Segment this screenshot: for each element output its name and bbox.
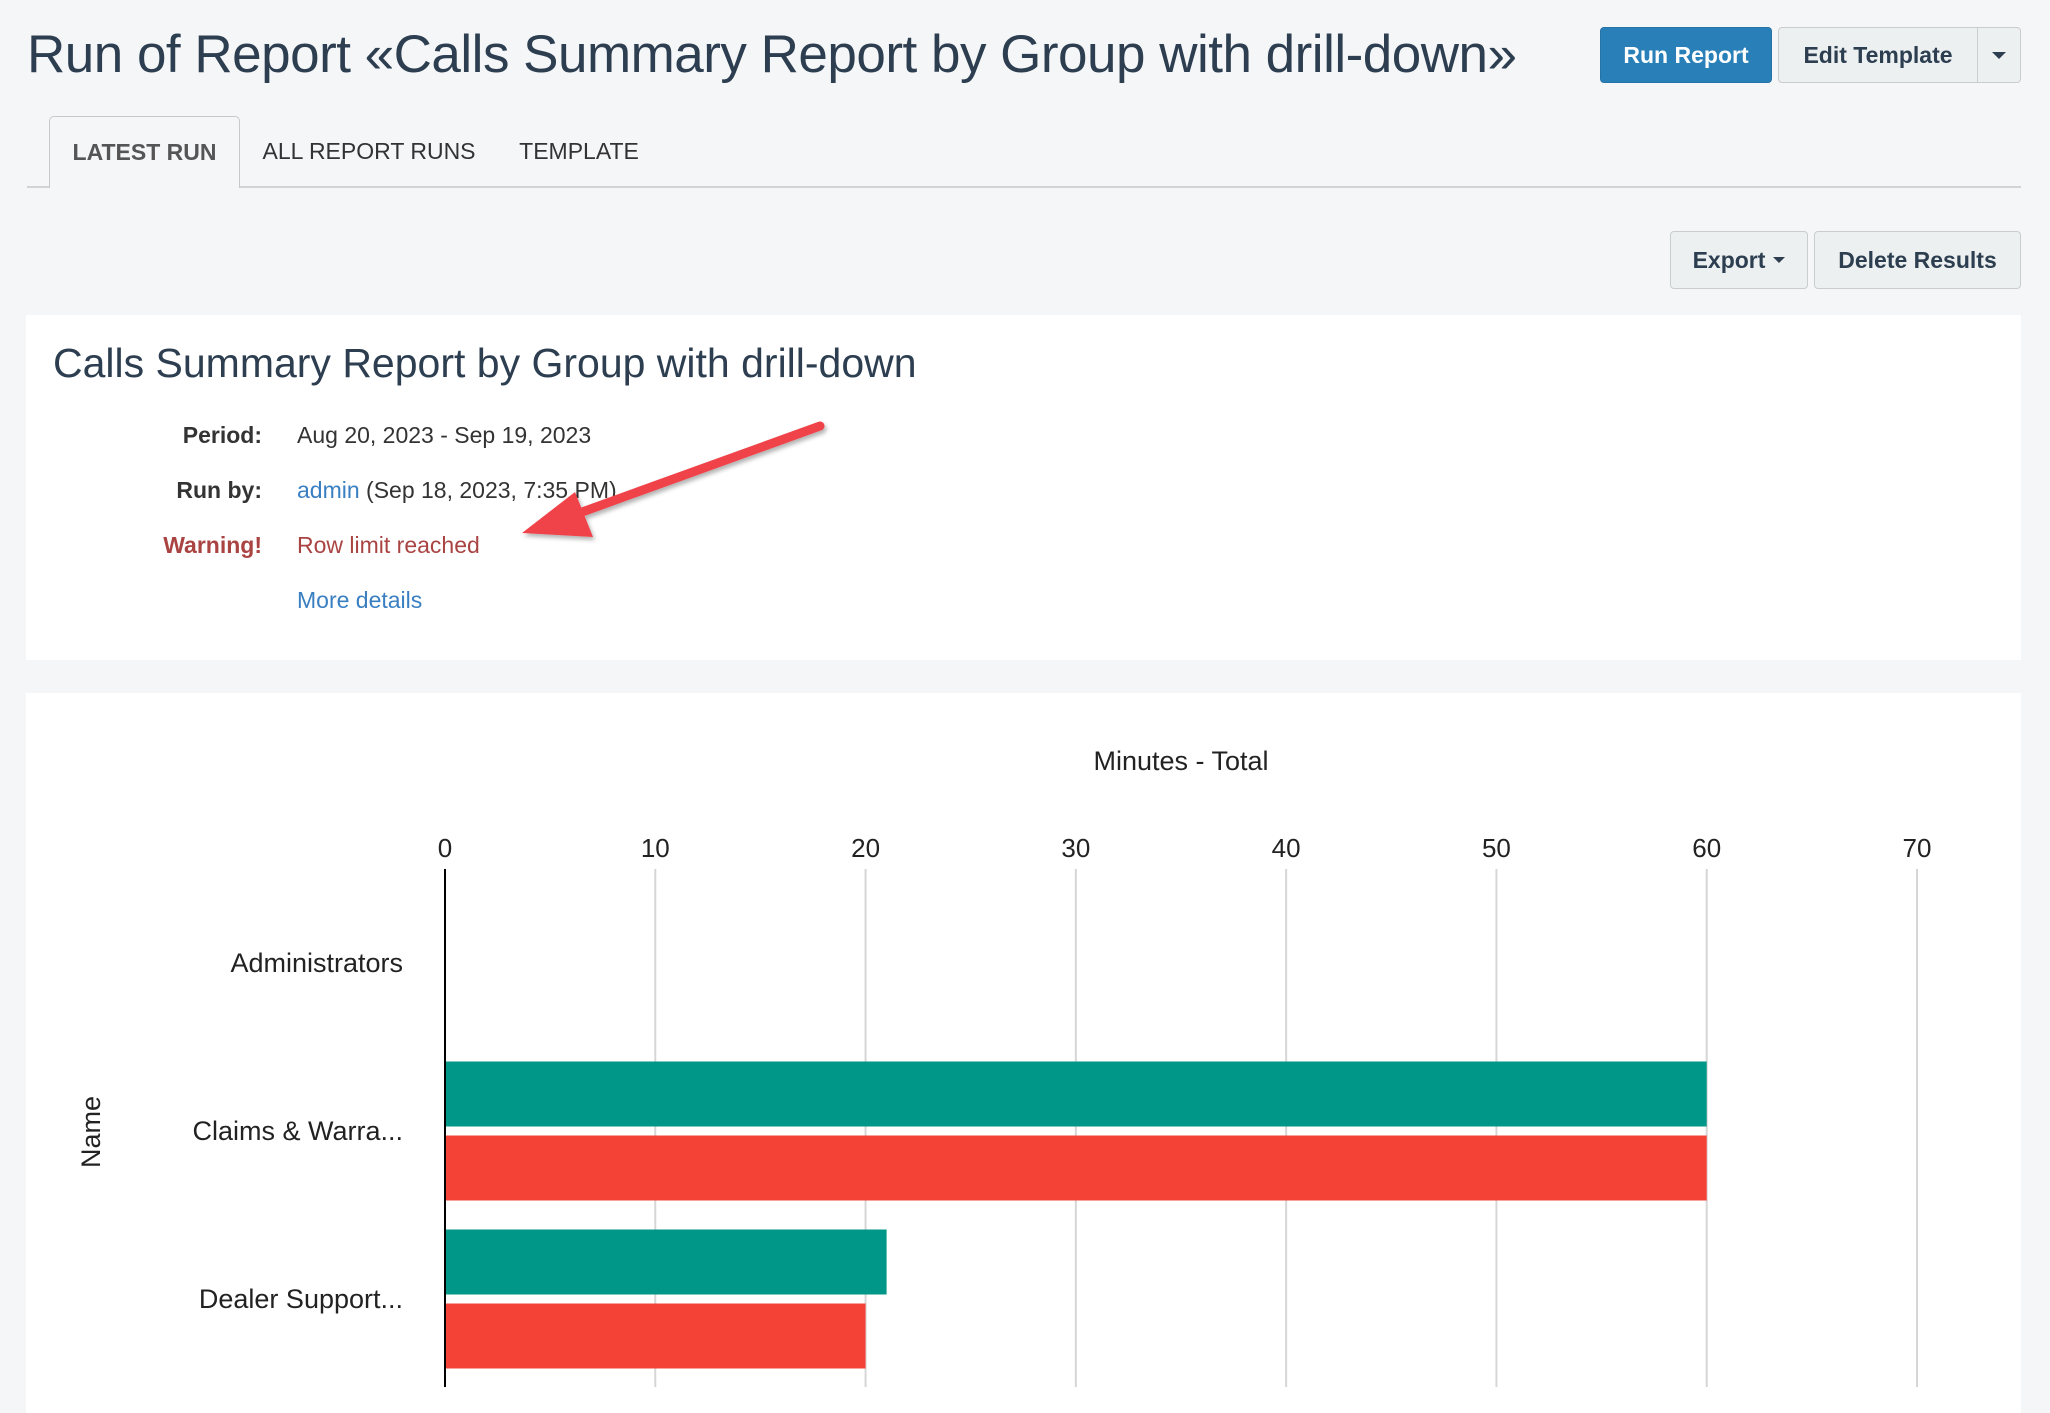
bar[interactable] [446,1229,887,1295]
x-tick-label: 20 [851,833,880,863]
x-tick-label: 0 [438,833,452,863]
bar-chart: 0 10 20 30 40 50 60 70 Administrators Claims & W… [76,746,1932,1387]
x-tick-label: 60 [1692,833,1721,863]
tab-latest-run[interactable]: LATEST RUN [49,116,240,188]
category-labels: Administrators Claims & Warra... Dealer Su… [192,948,403,1314]
bar[interactable] [446,1061,1707,1127]
x-tick-label: 70 [1903,833,1932,863]
x-tick-label: 10 [641,833,670,863]
x-axis-title: Minutes - Total [1093,746,1268,776]
y-axis-title: Name [76,1096,106,1168]
x-tick-labels: 0 10 20 30 40 50 60 70 [438,833,1932,863]
category-label: Claims & Warra... [192,1116,403,1146]
category-label: Administrators [230,948,403,978]
x-tick-label: 50 [1482,833,1511,863]
category-label: Dealer Support... [199,1284,403,1314]
bar[interactable] [446,1135,1707,1201]
x-tick-label: 40 [1272,833,1301,863]
x-tick-label: 30 [1061,833,1090,863]
bar[interactable] [446,1303,866,1369]
